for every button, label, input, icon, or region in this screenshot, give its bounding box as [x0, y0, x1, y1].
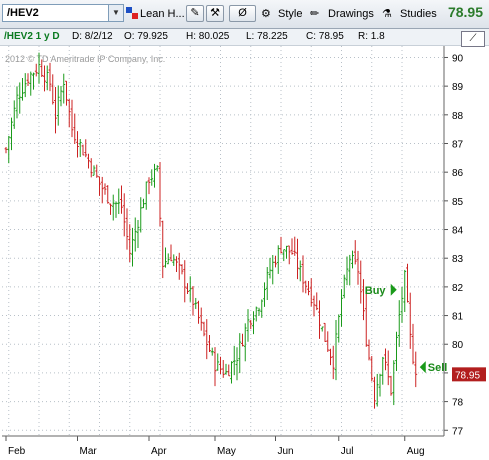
x-tick-label: Aug — [407, 446, 425, 457]
pencil-icon[interactable]: ✏ — [310, 5, 319, 23]
crosshair-tool-icon[interactable]: ✎ — [186, 5, 204, 22]
y-tick-label: 87 — [452, 140, 464, 151]
y-tick-label: 89 — [452, 82, 464, 93]
copyright-text: 2012 © TD Ameritrade IP Company, Inc. — [5, 54, 165, 64]
drawings-button[interactable]: Drawings — [328, 5, 374, 23]
y-tick-label: 84 — [452, 226, 464, 237]
sell-signal-label: Sell — [428, 362, 448, 374]
last-price: 78.95 — [447, 4, 483, 20]
y-tick-label: 83 — [452, 254, 464, 265]
x-tick-label: Mar — [80, 446, 98, 457]
symbol-period: /HEV2 1 y D — [4, 31, 60, 42]
studies-icon[interactable]: ⚗ — [382, 5, 392, 23]
sell-arrow-icon — [419, 361, 426, 374]
y-tick-label: 88 — [452, 111, 464, 122]
bar-close: C: 78.95 — [306, 31, 344, 42]
x-tick-label: Jun — [278, 446, 294, 457]
bar-low: L: 78.225 — [246, 31, 288, 42]
study-set-icon[interactable] — [126, 5, 138, 23]
style-button[interactable]: Style — [278, 5, 302, 23]
chevron-down-icon[interactable]: ▼ — [108, 5, 123, 21]
study-set-dropdown[interactable]: Lean H... — [140, 5, 185, 23]
y-tick-label: 86 — [452, 168, 464, 179]
drawing-mode-button[interactable]: Ø — [229, 5, 256, 22]
bar-open: O: 79.925 — [124, 31, 168, 42]
y-tick-label: 82 — [452, 283, 464, 294]
style-icon[interactable]: ⚙ — [261, 5, 271, 23]
symbol-text: /HEV2 — [7, 7, 39, 19]
buy-signal-label: Buy — [365, 285, 387, 297]
bar-date: D: 8/2/12 — [72, 31, 113, 42]
current-price-label: 78.95 — [455, 370, 480, 381]
chart-settings-icon[interactable]: ⟋ — [461, 31, 485, 47]
chart-toolbar: /HEV2 ▼ Lean H... ✎ ⚒ Ø ⚙ Style ✏ Drawin… — [0, 0, 489, 29]
symbol-input[interactable]: /HEV2 ▼ — [2, 4, 124, 22]
price-info-bar: /HEV2 1 y D D: 8/2/12 O: 79.925 H: 80.02… — [0, 29, 489, 47]
x-tick-label: Jul — [341, 446, 354, 457]
y-tick-label: 81 — [452, 312, 464, 323]
x-tick-label: Apr — [151, 446, 167, 457]
y-tick-label: 85 — [452, 197, 464, 208]
wrench-icon[interactable]: ⚒ — [206, 5, 224, 22]
y-tick-label: 80 — [452, 340, 464, 351]
x-tick-label: Feb — [8, 446, 26, 457]
price-chart[interactable]: 2012 © TD Ameritrade IP Company, Inc. 77… — [0, 46, 489, 460]
y-tick-label: 90 — [452, 53, 464, 64]
y-tick-label: 78 — [452, 398, 464, 409]
studies-button[interactable]: Studies — [400, 5, 437, 23]
x-tick-label: May — [217, 446, 236, 457]
buy-arrow-icon — [390, 283, 397, 296]
y-tick-label: 77 — [452, 426, 464, 437]
bar-range: R: 1.8 — [358, 31, 385, 42]
bar-high: H: 80.025 — [186, 31, 230, 42]
